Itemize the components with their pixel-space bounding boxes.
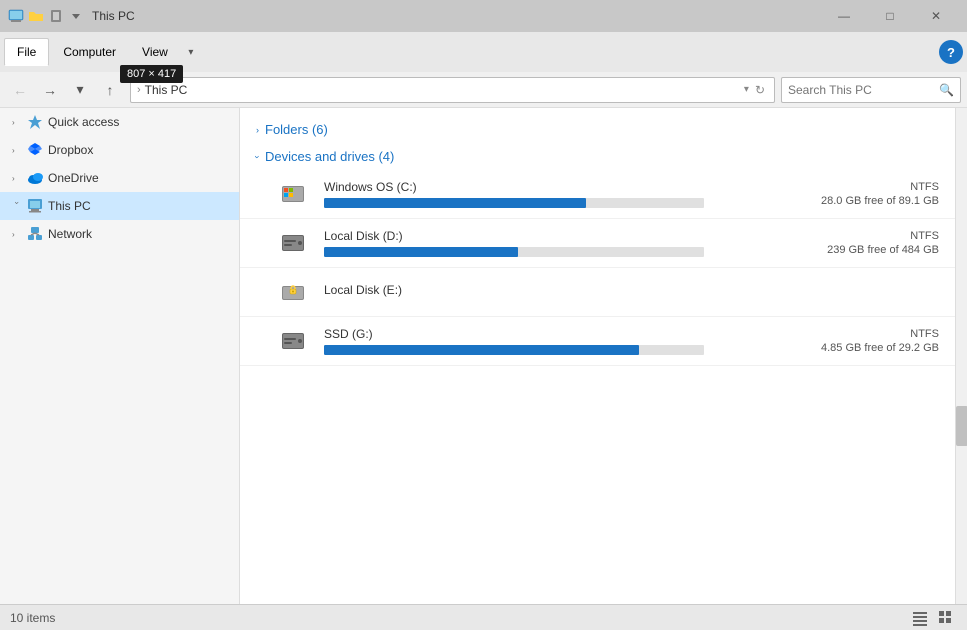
g-drive-space: 4.85 GB free of 29.2 GB: [821, 342, 939, 354]
folder-icon: [28, 8, 44, 24]
drive-item-e[interactable]: Local Disk (E:): [240, 268, 955, 317]
address-text: This PC: [145, 83, 741, 97]
search-icon: 🔍: [939, 83, 954, 97]
d-drive-bar-fill: [324, 247, 518, 257]
onedrive-icon: [26, 169, 44, 187]
tab-view[interactable]: View: [130, 39, 180, 65]
d-drive-space: 239 GB free of 484 GB: [827, 244, 939, 256]
ribbon-expand-icon[interactable]: ▾: [182, 43, 200, 61]
forward-button[interactable]: →: [36, 77, 64, 103]
maximize-button[interactable]: □: [867, 0, 913, 32]
c-drive-name: Windows OS (C:): [324, 180, 787, 194]
c-drive-bar-fill: [324, 198, 586, 208]
sidebar-item-quick-access[interactable]: › Quick access: [0, 108, 239, 136]
main-layout: › Quick access › Dropbox › OneDriv: [0, 108, 967, 604]
down-arrow-icon: [68, 8, 84, 24]
g-drive-icon: [280, 325, 312, 357]
g-drive-bar: [324, 345, 704, 355]
search-box[interactable]: 🔍: [781, 77, 961, 103]
folders-section-header[interactable]: › Folders (6): [240, 116, 955, 143]
address-dropdown-icon[interactable]: ▾: [741, 84, 752, 95]
folders-section-label: Folders (6): [265, 122, 328, 137]
e-drive-info: Local Disk (E:): [324, 283, 787, 301]
sidebar-item-this-pc[interactable]: › This PC: [0, 192, 239, 220]
chevron-icon: ›: [12, 174, 22, 183]
d-drive-fs: NTFS: [910, 230, 939, 242]
g-drive-meta: NTFS 4.85 GB free of 29.2 GB: [799, 328, 939, 354]
details-view-button[interactable]: [909, 608, 931, 628]
window-title: This PC: [92, 9, 821, 23]
sidebar: › Quick access › Dropbox › OneDriv: [0, 108, 240, 604]
search-input[interactable]: [788, 83, 939, 97]
minimize-button[interactable]: —: [821, 0, 867, 32]
scrollbar[interactable]: [955, 108, 967, 604]
item-count: 10 items: [10, 611, 55, 625]
chevron-icon: ›: [12, 146, 22, 155]
sidebar-item-dropbox[interactable]: › Dropbox: [0, 136, 239, 164]
folders-chevron-icon: ›: [256, 125, 259, 135]
drive-item-g[interactable]: SSD (G:) NTFS 4.85 GB free of 29.2 GB: [240, 317, 955, 366]
devices-section-header[interactable]: › Devices and drives (4): [240, 143, 955, 170]
back-button[interactable]: ←: [6, 77, 34, 103]
refresh-button[interactable]: ↻: [752, 83, 768, 97]
d-drive-name: Local Disk (D:): [324, 229, 787, 243]
title-bar-controls: — □ ✕: [821, 0, 959, 32]
tab-file[interactable]: File: [4, 38, 49, 66]
sidebar-label-network: Network: [48, 227, 231, 241]
sidebar-item-network[interactable]: › Network: [0, 220, 239, 248]
g-drive-name: SSD (G:): [324, 327, 787, 341]
sidebar-label-quick-access: Quick access: [48, 115, 231, 129]
network-icon: [26, 225, 44, 243]
d-drive-icon: [280, 227, 312, 259]
chevron-icon: ›: [12, 118, 22, 127]
help-button[interactable]: ?: [939, 40, 963, 64]
large-icons-view-button[interactable]: [935, 608, 957, 628]
d-drive-info: Local Disk (D:): [324, 229, 787, 257]
app-icon: [8, 8, 24, 24]
devices-chevron-icon: ›: [253, 155, 263, 158]
scroll-thumb[interactable]: [956, 406, 967, 446]
pin-icon: [48, 8, 64, 24]
breadcrumb-arrow: ›: [137, 84, 141, 96]
title-bar: This PC — □ ✕: [0, 0, 967, 32]
c-drive-meta: NTFS 28.0 GB free of 89.1 GB: [799, 181, 939, 207]
title-bar-icons: [8, 8, 84, 24]
g-drive-info: SSD (G:): [324, 327, 787, 355]
drive-item-d[interactable]: Local Disk (D:) NTFS 239 GB free of 484 …: [240, 219, 955, 268]
chevron-expanded-icon: ›: [13, 201, 22, 211]
c-drive-space: 28.0 GB free of 89.1 GB: [821, 195, 939, 207]
view-controls: [909, 608, 957, 628]
status-bar: 10 items: [0, 604, 967, 630]
e-drive-icon: [280, 276, 312, 308]
this-pc-icon: [26, 197, 44, 215]
chevron-icon: ›: [12, 230, 22, 239]
sidebar-label-onedrive: OneDrive: [48, 171, 231, 185]
c-drive-fs: NTFS: [910, 181, 939, 193]
sidebar-label-this-pc: This PC: [48, 199, 231, 213]
drive-item-c[interactable]: Windows OS (C:) NTFS 28.0 GB free of 89.…: [240, 170, 955, 219]
d-drive-bar: [324, 247, 704, 257]
tab-computer[interactable]: Computer: [51, 39, 128, 65]
e-drive-name: Local Disk (E:): [324, 283, 787, 297]
c-drive-info: Windows OS (C:): [324, 180, 787, 208]
c-drive-bar: [324, 198, 704, 208]
sidebar-label-dropbox: Dropbox: [48, 143, 231, 157]
c-drive-icon: [280, 178, 312, 210]
g-drive-bar-fill: [324, 345, 639, 355]
d-drive-meta: NTFS 239 GB free of 484 GB: [799, 230, 939, 256]
close-button[interactable]: ✕: [913, 0, 959, 32]
address-bar[interactable]: › This PC ▾ ↻: [130, 77, 775, 103]
quick-access-icon: [26, 113, 44, 131]
size-tooltip: 807 × 417: [120, 65, 183, 83]
devices-section-label: Devices and drives (4): [265, 149, 394, 164]
g-drive-fs: NTFS: [910, 328, 939, 340]
sidebar-item-onedrive[interactable]: › OneDrive: [0, 164, 239, 192]
content-area: › Folders (6) › Devices and drives (4): [240, 108, 955, 604]
recent-button[interactable]: ▾: [66, 77, 94, 103]
dropbox-icon: [26, 141, 44, 159]
